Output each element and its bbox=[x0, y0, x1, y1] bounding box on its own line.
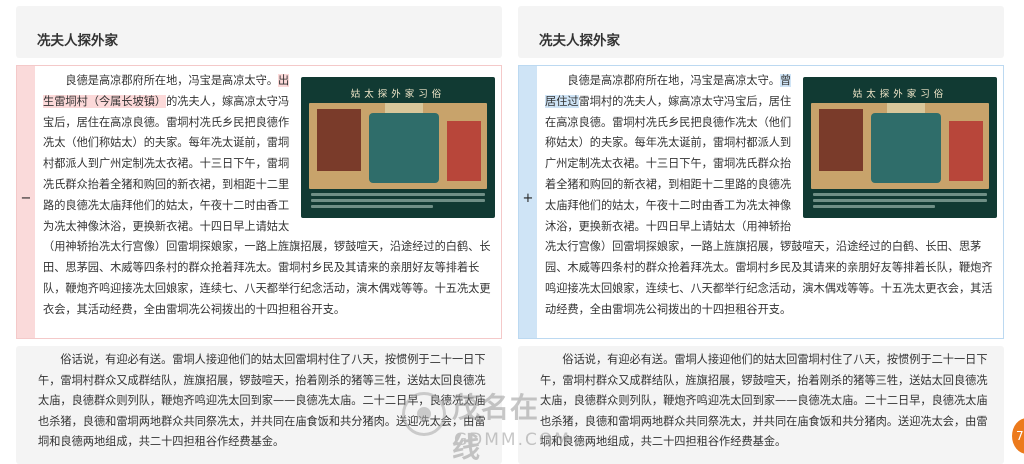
new-article-image[interactable]: 姑太探外家习俗 bbox=[803, 77, 997, 218]
new-paragraph-text: 俗话说，有迎必有送。雷垌人接迎他们的姑太回雷垌村住了八天，按惯例于二十一日下午，… bbox=[540, 353, 988, 449]
image-caption-text bbox=[311, 193, 485, 211]
new-diff-block: + 姑太探外家习俗 良德是高凉郡府所在地，冯宝是高凉太守。曾居住过雷垌村的冼夫人… bbox=[518, 65, 1004, 339]
floating-action-button[interactable]: 7 bbox=[1012, 418, 1024, 454]
old-section-header: 冼夫人探外家 bbox=[16, 6, 502, 58]
painting-image: 姑太探外家习俗 bbox=[803, 77, 997, 218]
old-diff-block: − 姑太探外家习俗 良德是高凉郡府所在地，冯宝是高凉太守。出生雷垌村（今属长坡镇… bbox=[16, 65, 502, 339]
painting-illustration bbox=[309, 103, 487, 189]
new-section-title: 冼夫人探外家 bbox=[539, 33, 620, 49]
added-gutter: + bbox=[519, 66, 537, 338]
old-article-image[interactable]: 姑太探外家习俗 bbox=[301, 77, 495, 218]
old-revision-pane: 冼夫人探外家 − 姑太探外家习俗 良德是高凉郡府所在地，冯宝是高凉太守。出生雷垌… bbox=[16, 0, 502, 464]
image-caption-text bbox=[813, 193, 987, 211]
new-diff-content: 姑太探外家习俗 良德是高凉郡府所在地，冯宝是高凉太守。曾居住过雷垌村的冼夫人，嫁… bbox=[545, 71, 997, 321]
painting-illustration bbox=[811, 103, 989, 189]
new-revision-pane: 冼夫人探外家 + 姑太探外家习俗 良德是高凉郡府所在地，冯宝是高凉太守。曾居住过… bbox=[518, 0, 1004, 464]
new-section-header: 冼夫人探外家 bbox=[518, 6, 1004, 58]
old-paragraph-text: 俗话说，有迎必有送。雷垌人接迎他们的姑太回雷垌村住了八天，按惯例于二十一日下午，… bbox=[38, 353, 486, 449]
removed-marker: − bbox=[20, 191, 32, 206]
old-diff-content: 姑太探外家习俗 良德是高凉郡府所在地，冯宝是高凉太守。出生雷垌村（今属长坡镇）的… bbox=[43, 71, 495, 321]
new-unchanged-paragraph: 俗话说，有迎必有送。雷垌人接迎他们的姑太回雷垌村住了八天，按惯例于二十一日下午，… bbox=[518, 346, 1004, 464]
old-section-title: 冼夫人探外家 bbox=[37, 33, 118, 49]
old-unchanged-paragraph: 俗话说，有迎必有送。雷垌人接迎他们的姑太回雷垌村住了八天，按惯例于二十一日下午，… bbox=[16, 346, 502, 464]
new-text-before: 良德是高凉郡府所在地，冯宝是高凉太守。 bbox=[545, 74, 780, 87]
old-text-before: 良德是高凉郡府所在地，冯宝是高凉太守。 bbox=[43, 74, 278, 87]
removed-gutter: − bbox=[17, 66, 35, 338]
painting-image: 姑太探外家习俗 bbox=[301, 77, 495, 218]
added-marker: + bbox=[522, 191, 534, 206]
